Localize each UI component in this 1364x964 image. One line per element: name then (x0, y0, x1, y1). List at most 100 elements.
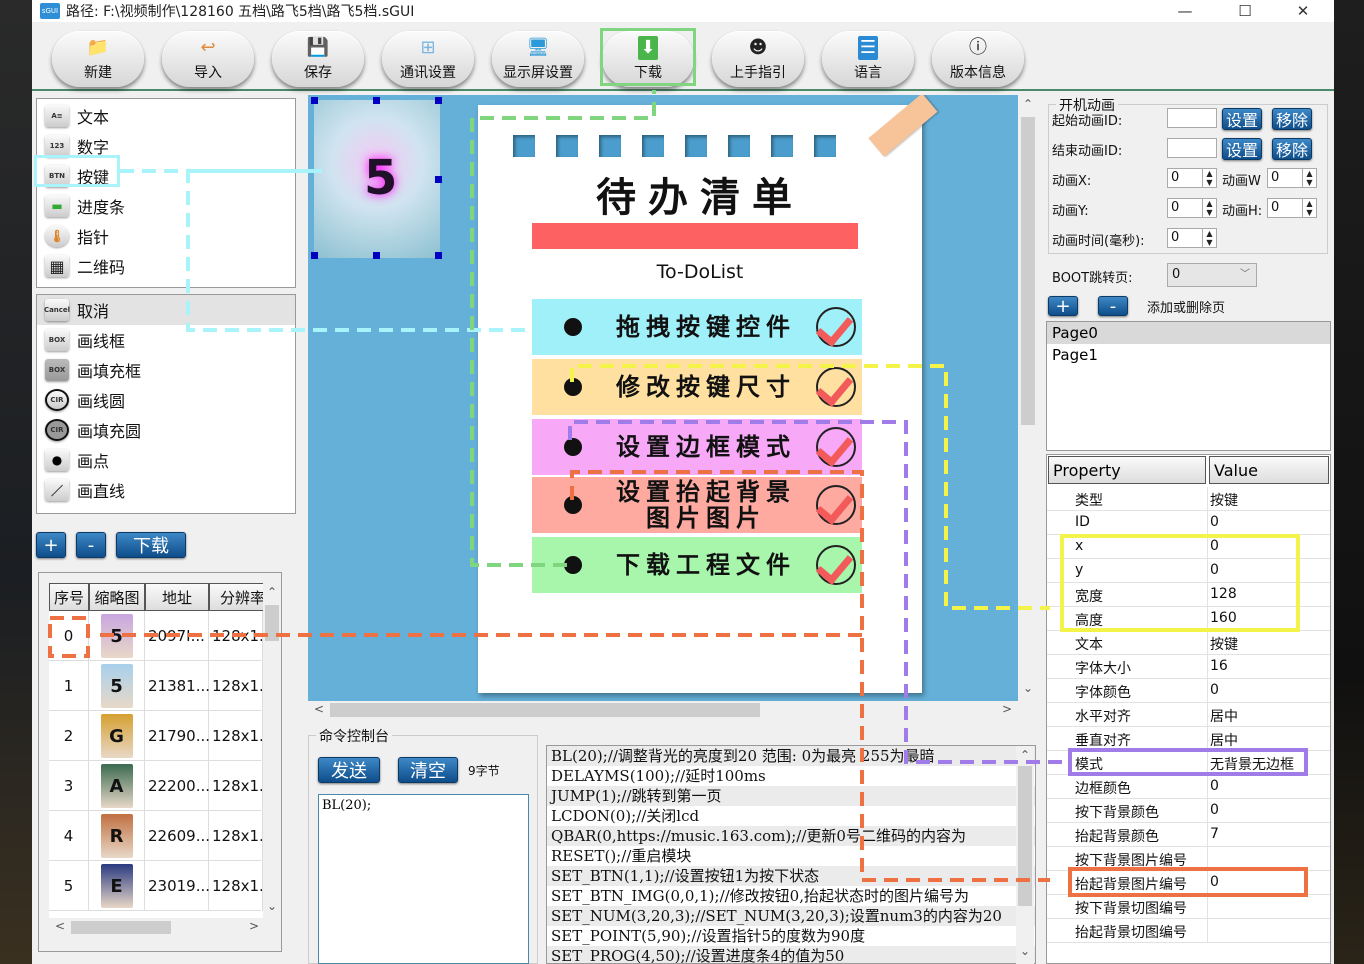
property-row[interactable]: 边框颜色 0 (1047, 775, 1330, 799)
scroll-up-icon[interactable]: ⌃ (1020, 748, 1030, 762)
tool-circle[interactable]: CIR 画线圆 (37, 385, 295, 415)
remove-image-button[interactable]: - (76, 532, 106, 558)
property-row[interactable]: 按下背景图片编号 (1047, 847, 1330, 871)
property-row[interactable]: 字体大小 16 (1047, 655, 1330, 679)
minimize-button[interactable]: — (1162, 0, 1208, 22)
tool-rect[interactable]: BOX 画线框 (37, 325, 295, 355)
property-row[interactable]: 抬起背景切图编号 (1047, 919, 1330, 943)
resize-handle[interactable] (435, 176, 442, 183)
property-value[interactable]: 按键 (1210, 634, 1238, 654)
save-button[interactable]: 💾 保存 (272, 31, 364, 87)
display-settings-button[interactable]: 🖥 显示屏设置 (492, 31, 584, 87)
property-row[interactable]: x0 (1047, 535, 1330, 559)
scroll-down-icon[interactable]: ⌄ (267, 899, 277, 913)
header-index[interactable]: 序号 (49, 583, 89, 611)
resize-handle[interactable] (435, 97, 442, 104)
resize-handle[interactable] (373, 97, 380, 104)
property-value[interactable]: 160 (1210, 610, 1237, 626)
image-table-row[interactable]: 5E 23019...128x1... (49, 861, 263, 911)
hscroll-thumb[interactable] (71, 921, 171, 934)
property-value[interactable]: 无背景无边框 (1210, 754, 1294, 774)
property-value[interactable]: 居中 (1210, 706, 1238, 726)
scroll-up-icon[interactable]: ⌃ (1023, 97, 1033, 111)
widget-qrcode[interactable]: ▦ 二维码 (37, 251, 295, 281)
command-item[interactable]: JUMP(1);//跳转到第一页 (547, 786, 1035, 806)
scroll-down-icon[interactable]: ⌄ (1023, 681, 1033, 695)
image-table-row[interactable]: 2G 21790...128x1... (49, 711, 263, 761)
spin-arrows-icon[interactable]: ▲ ▼ (1202, 229, 1216, 247)
command-item[interactable]: DELAYMS(100);//延时100ms (547, 766, 1035, 786)
remove-end-anim-button[interactable]: 移除 (1272, 138, 1312, 160)
tool-fill-rect[interactable]: BOX 画填充框 (37, 355, 295, 385)
property-value[interactable]: 0 (1210, 538, 1219, 554)
property-value[interactable]: 128 (1210, 586, 1237, 602)
clear-button[interactable]: 清空 (398, 757, 458, 783)
widget-progress[interactable]: ▬ 进度条 (37, 191, 295, 221)
command-item[interactable]: RESET();//重启模块 (547, 846, 1035, 866)
close-button[interactable]: ✕ (1280, 0, 1326, 22)
spin-arrows-icon[interactable]: ▲ ▼ (1202, 169, 1216, 187)
guide-button[interactable]: ☻ 上手指引 (712, 31, 804, 87)
scroll-thumb[interactable] (1018, 766, 1032, 906)
property-header[interactable]: Property (1048, 456, 1206, 484)
remove-start-anim-button[interactable]: 移除 (1272, 108, 1312, 130)
spin-arrows-icon[interactable]: ▲ ▼ (1202, 199, 1216, 217)
property-row[interactable]: 宽度 128 (1047, 583, 1330, 607)
image-table-row[interactable]: 3A 22200...128x1... (49, 761, 263, 811)
property-row[interactable]: 垂直对齐 居中 (1047, 727, 1330, 751)
import-button[interactable]: ↩ 导入 (162, 31, 254, 87)
property-row[interactable]: y0 (1047, 559, 1330, 583)
property-row[interactable]: 抬起背景颜色 7 (1047, 823, 1330, 847)
page-item-1[interactable]: Page1 (1047, 344, 1330, 366)
end-anim-id-input[interactable] (1167, 138, 1217, 158)
property-value[interactable]: 0 (1210, 802, 1219, 818)
scroll-right-icon[interactable]: > (1002, 702, 1012, 716)
resize-handle[interactable] (311, 252, 318, 259)
scroll-left-icon[interactable]: < (55, 919, 65, 933)
property-value[interactable]: 0 (1210, 514, 1219, 530)
command-item[interactable]: LCDON(0);//关闭lcd (547, 806, 1035, 826)
property-value[interactable]: 按键 (1210, 490, 1238, 510)
table-vertical-scrollbar[interactable]: ⌃ ⌄ (263, 583, 281, 918)
header-thumbnail[interactable]: 缩略图 (89, 583, 145, 611)
spin-arrows-icon[interactable]: ▲ ▼ (1302, 199, 1316, 217)
anim-time-spinbox[interactable]: 0 ▲ ▼ (1167, 228, 1217, 248)
command-item[interactable]: BL(20);//调整背光的亮度到20 范围: 0为最亮 255为最暗 (547, 746, 1035, 766)
add-page-button[interactable]: + (1048, 296, 1078, 317)
anim-w-spinbox[interactable]: 0 ▲ ▼ (1267, 168, 1317, 188)
property-value[interactable]: 0 (1210, 778, 1219, 794)
tool-point[interactable]: ● 画点 (37, 445, 295, 475)
comm-settings-button[interactable]: ⊞ 通讯设置 (382, 31, 474, 87)
command-item[interactable]: SET_PROG(4,50);//设置进度条4的值为50 (547, 946, 1035, 963)
button-widget-preview[interactable]: 5 (311, 97, 442, 259)
add-image-button[interactable]: + (36, 532, 66, 558)
property-row[interactable]: 按下背景颜色 0 (1047, 799, 1330, 823)
anim-h-spinbox[interactable]: 0 ▲ ▼ (1267, 198, 1317, 218)
property-value[interactable]: 0 (1210, 874, 1219, 890)
page-item-0[interactable]: Page0 (1047, 322, 1330, 344)
property-row[interactable]: 文本 按键 (1047, 631, 1330, 655)
anim-x-spinbox[interactable]: 0 ▲ ▼ (1167, 168, 1217, 188)
property-value[interactable]: 7 (1210, 826, 1219, 842)
image-table-row[interactable]: 4R 22609...128x1... (49, 811, 263, 861)
property-row[interactable]: 字体颜色 0 (1047, 679, 1330, 703)
anim-y-spinbox[interactable]: 0 ▲ ▼ (1167, 198, 1217, 218)
spin-arrows-icon[interactable]: ▲ ▼ (1302, 169, 1316, 187)
image-table-row[interactable]: 05 2097I...128x1... (49, 611, 263, 661)
start-anim-id-input[interactable] (1167, 108, 1217, 128)
set-end-anim-button[interactable]: 设置 (1222, 138, 1262, 160)
design-canvas[interactable]: 5 待办清单 To-DoList 拖拽按键控件 修改按键尺寸 设置边框模式 设置抬起背… (308, 95, 1038, 701)
scroll-down-icon[interactable]: ⌄ (1020, 944, 1030, 958)
canvas-horizontal-scrollbar[interactable]: < > (308, 701, 1038, 719)
scroll-right-icon[interactable]: > (249, 919, 259, 933)
property-value[interactable]: 居中 (1210, 730, 1238, 750)
hscroll-thumb[interactable] (330, 703, 760, 717)
tool-fill-circle[interactable]: CIR 画填充圆 (37, 415, 295, 445)
tool-cancel[interactable]: Cancel 取消 (37, 295, 295, 325)
property-row[interactable]: ID 0 (1047, 511, 1330, 535)
maximize-button[interactable]: ☐ (1222, 0, 1268, 22)
resize-handle[interactable] (435, 252, 442, 259)
command-item[interactable]: SET_POINT(5,90);//设置指针5的度数为90度 (547, 926, 1035, 946)
language-button[interactable]: ☰ 语言 (822, 31, 914, 87)
header-address[interactable]: 地址 (145, 583, 209, 611)
